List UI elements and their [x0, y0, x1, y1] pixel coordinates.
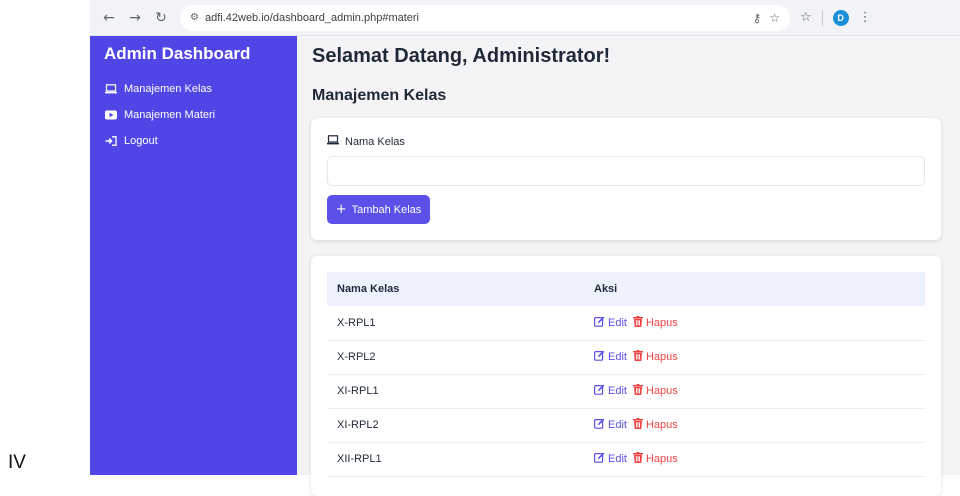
- edit-label: Edit: [608, 316, 627, 329]
- edit-label: Edit: [608, 385, 627, 397]
- actions-cell: Edit Hapus: [584, 306, 925, 341]
- edit-icon: [594, 418, 605, 432]
- class-name-cell: X-RPL1: [327, 306, 584, 341]
- sidebar-item-manajemen-materi[interactable]: Manajemen Materi: [90, 102, 297, 128]
- trash-icon: [632, 350, 643, 364]
- add-class-button[interactable]: + Tambah Kelas: [327, 195, 430, 224]
- edit-icon: [594, 350, 605, 364]
- table-header-row: Nama Kelas Aksi: [327, 272, 925, 306]
- actions-cell: Edit Hapus: [584, 374, 925, 409]
- forward-icon[interactable]: →: [124, 7, 146, 29]
- class-table: Nama Kelas Aksi X-RPL1 Edit Hapus X-RPL2 Edi…: [327, 272, 925, 477]
- trash-icon: [632, 418, 643, 432]
- edit-link[interactable]: Edit: [594, 384, 627, 398]
- edit-label: Edit: [608, 351, 627, 363]
- sidebar-item-label: Manajemen Materi: [124, 109, 216, 121]
- class-table-card: Nama Kelas Aksi X-RPL1 Edit Hapus X-RPL2 Edi…: [311, 256, 941, 496]
- class-name-cell: XI-RPL2: [327, 408, 584, 443]
- edit-link[interactable]: Edit: [594, 452, 627, 466]
- address-bar[interactable]: ⚙ adfi.42web.io/dashboard_admin.php#mate…: [180, 4, 790, 31]
- laptop-icon: [327, 135, 339, 148]
- table-row: X-RPL1 Edit Hapus: [327, 306, 925, 341]
- plus-icon: +: [335, 202, 347, 217]
- column-header-class-name: Nama Kelas: [327, 272, 584, 306]
- add-class-form: Nama Kelas + Tambah Kelas: [311, 118, 941, 240]
- delete-label: Hapus: [645, 316, 678, 329]
- delete-link[interactable]: Hapus: [632, 384, 678, 398]
- edit-link[interactable]: Edit: [594, 316, 627, 330]
- class-name-cell: XII-RPL1: [327, 442, 584, 477]
- site-info-icon[interactable]: ⚙: [190, 12, 199, 23]
- table-row: XI-RPL2 Edit Hapus: [327, 408, 925, 443]
- delete-link[interactable]: Hapus: [632, 452, 678, 466]
- delete-label: Hapus: [645, 453, 678, 465]
- sidebar: Admin Dashboard Manajemen Kelas Manajeme…: [90, 36, 297, 475]
- laptop-icon: [104, 84, 118, 94]
- class-name-label: Nama Kelas: [327, 135, 405, 148]
- class-name-cell: XI-RPL1: [327, 374, 584, 409]
- delete-link[interactable]: Hapus: [632, 350, 678, 364]
- actions-cell: Edit Hapus: [584, 442, 925, 477]
- page-title: Selamat Datang, Administrator!: [312, 45, 611, 67]
- profile-avatar[interactable]: D: [832, 9, 849, 26]
- sidebar-item-logout[interactable]: Logout: [90, 128, 297, 154]
- browser-toolbar: ← → ↻ ⚙ adfi.42web.io/dashboard_admin.ph…: [90, 0, 960, 36]
- delete-label: Hapus: [645, 385, 678, 397]
- edit-label: Edit: [608, 453, 627, 465]
- menu-dots-icon[interactable]: ⋮: [859, 10, 872, 25]
- main-content: Selamat Datang, Administrator! Manajemen…: [297, 36, 960, 496]
- table-body: X-RPL1 Edit Hapus X-RPL2 Edit Hapus XI-RPL1 Edi…: [327, 306, 925, 477]
- column-header-actions: Aksi: [584, 272, 925, 306]
- logout-icon: [104, 136, 118, 146]
- key-icon[interactable]: ⚷: [752, 11, 761, 25]
- add-class-button-label: Tambah Kelas: [351, 203, 422, 216]
- sidebar-item-label: Logout: [124, 135, 158, 147]
- class-name-label-text: Nama Kelas: [345, 135, 405, 148]
- table-row: XI-RPL1 Edit Hapus: [327, 374, 925, 409]
- delete-label: Hapus: [645, 419, 678, 431]
- actions-cell: Edit Hapus: [584, 340, 925, 375]
- delete-link[interactable]: Hapus: [632, 315, 678, 330]
- sidebar-item-label: Manajemen Kelas: [124, 83, 213, 95]
- trash-icon: [632, 452, 643, 466]
- table-row: X-RPL2 Edit Hapus: [327, 340, 925, 375]
- edit-link[interactable]: Edit: [594, 350, 627, 364]
- edit-link[interactable]: Edit: [594, 418, 627, 432]
- sidebar-title: Admin Dashboard: [104, 44, 251, 63]
- toolbar-divider: [821, 9, 823, 26]
- trash-icon: [632, 315, 643, 330]
- url-text: adfi.42web.io/dashboard_admin.php#materi: [204, 11, 420, 24]
- trash-icon: [632, 384, 643, 398]
- bookmark-star-icon[interactable]: ☆: [769, 11, 780, 25]
- edit-icon: [594, 384, 605, 398]
- video-icon: [104, 110, 118, 120]
- back-icon[interactable]: ←: [98, 7, 120, 29]
- actions-cell: Edit Hapus: [584, 408, 925, 443]
- edit-label: Edit: [608, 419, 627, 431]
- class-name-input[interactable]: [327, 156, 925, 186]
- delete-label: Hapus: [645, 351, 678, 363]
- sidebar-item-manajemen-kelas[interactable]: Manajemen Kelas: [90, 76, 297, 102]
- sidebar-menu: Manajemen Kelas Manajemen Materi Logout: [90, 76, 297, 154]
- reload-icon[interactable]: ↻: [150, 7, 172, 29]
- edit-icon: [594, 452, 605, 466]
- section-title: Manajemen Kelas: [312, 87, 447, 104]
- class-name-cell: X-RPL2: [327, 340, 584, 375]
- bookmarks-icon[interactable]: ☆: [800, 10, 812, 25]
- edit-icon: [594, 316, 605, 330]
- delete-link[interactable]: Hapus: [632, 418, 678, 432]
- table-row: XII-RPL1 Edit Hapus: [327, 442, 925, 477]
- side-label: IV: [8, 452, 26, 473]
